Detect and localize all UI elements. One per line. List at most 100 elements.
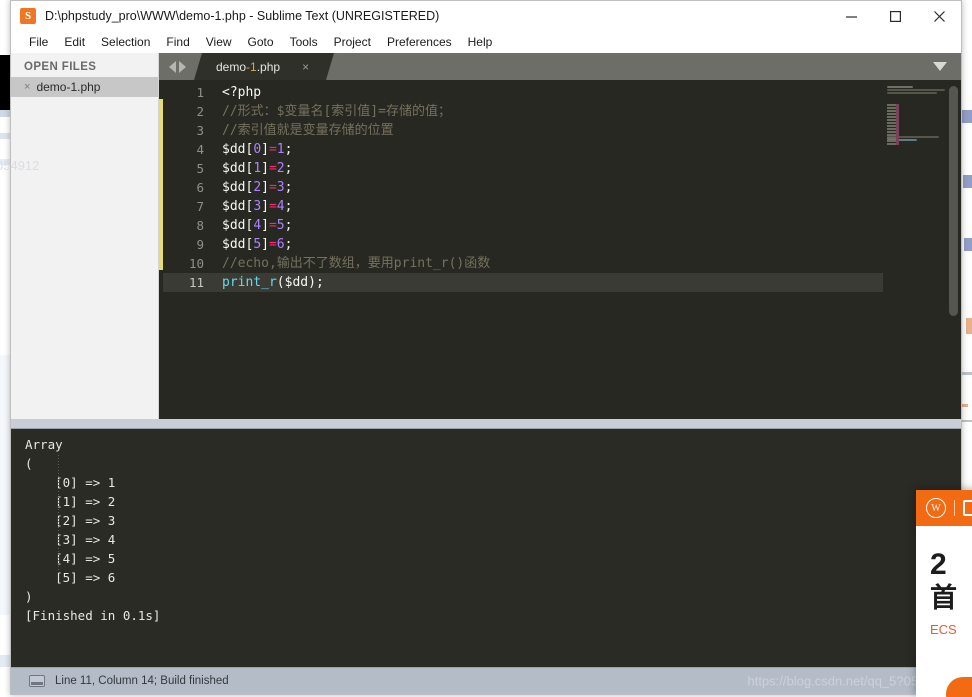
- tab-label-ext: .php: [256, 59, 281, 74]
- advertisement-popup[interactable]: W 2 首 ECS: [916, 490, 972, 697]
- sidebar-file-demo-1[interactable]: × demo-1.php: [11, 77, 158, 97]
- maximize-icon: [889, 10, 901, 22]
- code-token: ): [308, 275, 316, 290]
- console-line: [4] => 5: [25, 551, 116, 566]
- code-line[interactable]: $dd[2]=3;: [213, 178, 883, 197]
- line-number: 5: [196, 161, 204, 176]
- code-line[interactable]: //索引值就是变量存储的位置: [213, 121, 883, 140]
- code-token: =: [268, 218, 277, 233]
- minimap-highlight: [896, 104, 899, 145]
- maximize-button[interactable]: [873, 1, 917, 31]
- code-line[interactable]: $dd[1]=2;: [213, 159, 883, 178]
- console-line: [0] => 1: [25, 475, 116, 490]
- menu-item-project[interactable]: Project: [326, 33, 379, 51]
- close-button[interactable]: [917, 1, 961, 31]
- code-token: $dd[: [222, 180, 254, 195]
- background-text-fragment: [961, 110, 972, 123]
- tab-close-icon[interactable]: ×: [302, 60, 309, 74]
- line-number: 4: [196, 142, 204, 157]
- code-line[interactable]: //echo,输出不了数组，要用print_r()函数: [213, 254, 883, 273]
- background-text-fragment: [963, 175, 972, 188]
- code-token: ;: [284, 237, 293, 252]
- code-token: ]: [261, 218, 269, 233]
- tab-navigation: [159, 53, 194, 80]
- console-line: [3] => 4: [25, 532, 116, 547]
- editor-scrollbar[interactable]: [949, 86, 958, 408]
- menu-item-help[interactable]: Help: [460, 33, 501, 51]
- code-token: $dd[: [222, 161, 254, 176]
- menu-item-view[interactable]: View: [198, 33, 240, 51]
- tab-overflow-menu-button[interactable]: [919, 53, 961, 80]
- code-line[interactable]: $dd[5]=6;: [213, 235, 883, 254]
- code-editor[interactable]: 1 2 3 4 5 6 7 8 9 10 11 <?php//形式：$变量名[索引值]=存储的值； /…: [159, 80, 961, 419]
- line-number: 3: [196, 123, 204, 138]
- tab-label-base: demo: [216, 59, 247, 74]
- minimize-button[interactable]: [829, 1, 873, 31]
- code-line[interactable]: //形式：$变量名[索引值]=存储的值；: [213, 102, 883, 121]
- code-line[interactable]: $dd[0]=1;: [213, 140, 883, 159]
- menu-item-tools[interactable]: Tools: [282, 33, 326, 51]
- code-token: ;: [284, 180, 293, 195]
- menu-item-preferences[interactable]: Preferences: [379, 33, 460, 51]
- minimap-code-block: [887, 104, 896, 145]
- console-line: (: [25, 456, 33, 471]
- editor-column: demo-1.php × 1 2 3 4 5 6 7 8 9 10 11 <?php//形式：$变量…: [159, 53, 961, 419]
- ad-logo-icon: W: [926, 498, 946, 518]
- code-token: ;: [284, 199, 293, 214]
- line-number: 1: [196, 85, 204, 100]
- tab-label: demo-1.php: [216, 60, 280, 74]
- change-marker-bar: [159, 80, 163, 419]
- code-token: 6: [276, 237, 285, 252]
- menu-item-edit[interactable]: Edit: [56, 33, 93, 51]
- code-token: 2: [276, 161, 285, 176]
- login-icon[interactable]: [963, 500, 972, 516]
- minimize-icon: [845, 15, 857, 18]
- code-line[interactable]: $dd[3]=4;: [213, 197, 883, 216]
- code-token: 3: [276, 180, 285, 195]
- console-line: ): [25, 589, 33, 604]
- status-text: Line 11, Column 14; Build finished: [55, 675, 229, 687]
- ad-subtext: ECS: [930, 621, 957, 637]
- code-token: 1: [276, 142, 285, 157]
- sublime-text-window: S D:\phpstudy_pro\WWW\demo-1.php - Subli…: [10, 0, 962, 695]
- code-line[interactable]: $dd[4]=5;: [213, 216, 883, 235]
- code-token: 2: [253, 180, 262, 195]
- code-line[interactable]: <?php: [213, 83, 883, 102]
- code-token: //索引值就是变量存储的位置: [222, 123, 394, 138]
- tab-label-number: -1: [246, 59, 257, 74]
- code-token: 4: [276, 199, 285, 214]
- background-text-fragment: [966, 318, 972, 334]
- menu-item-selection[interactable]: Selection: [93, 33, 158, 51]
- line-number: 10: [188, 256, 204, 271]
- arrow-left-icon[interactable]: [169, 60, 176, 73]
- code-token: =: [268, 237, 277, 252]
- code-token: print_r: [222, 275, 277, 290]
- sidebar-file-label: demo-1.php: [36, 80, 101, 94]
- build-output-console[interactable]: Array ( [0] => 1 [1] => 2 [2] => 3 [3] =>…: [11, 428, 961, 668]
- code-token: //echo,输出不了数组，要用print_r()函数: [222, 256, 491, 271]
- scrollbar-thumb[interactable]: [949, 86, 958, 316]
- code-lines[interactable]: <?php //形式：$变量名[索引值]=存储的值； //索引值就是变量存储的位置 $…: [213, 80, 883, 419]
- minimap[interactable]: [883, 80, 961, 419]
- code-token: ;: [284, 218, 293, 233]
- console-resize-handle[interactable]: [11, 419, 961, 428]
- tab-demo-1-php[interactable]: demo-1.php ×: [194, 53, 334, 80]
- code-token: (: [276, 275, 285, 290]
- background-window-topleft: [0, 0, 10, 55]
- code-token: $dd[: [222, 199, 254, 214]
- code-token: ;: [284, 142, 293, 157]
- code-token: $dd[: [222, 218, 254, 233]
- console-panel-icon[interactable]: [29, 675, 45, 687]
- line-number: 8: [196, 218, 204, 233]
- menu-item-file[interactable]: File: [21, 33, 56, 51]
- code-token: ]: [261, 161, 269, 176]
- status-bar: Line 11, Column 14; Build finished https…: [11, 668, 961, 694]
- menu-item-goto[interactable]: Goto: [240, 33, 282, 51]
- sidebar-header-open-files: OPEN FILES: [24, 61, 97, 73]
- code-line[interactable]: print_r($dd);: [213, 273, 883, 292]
- menu-item-find[interactable]: Find: [158, 33, 197, 51]
- ad-body: 2 首 ECS: [916, 526, 972, 697]
- close-file-icon[interactable]: ×: [24, 81, 30, 93]
- watermark-overlap: 054912: [0, 158, 40, 173]
- arrow-right-icon[interactable]: [179, 60, 186, 73]
